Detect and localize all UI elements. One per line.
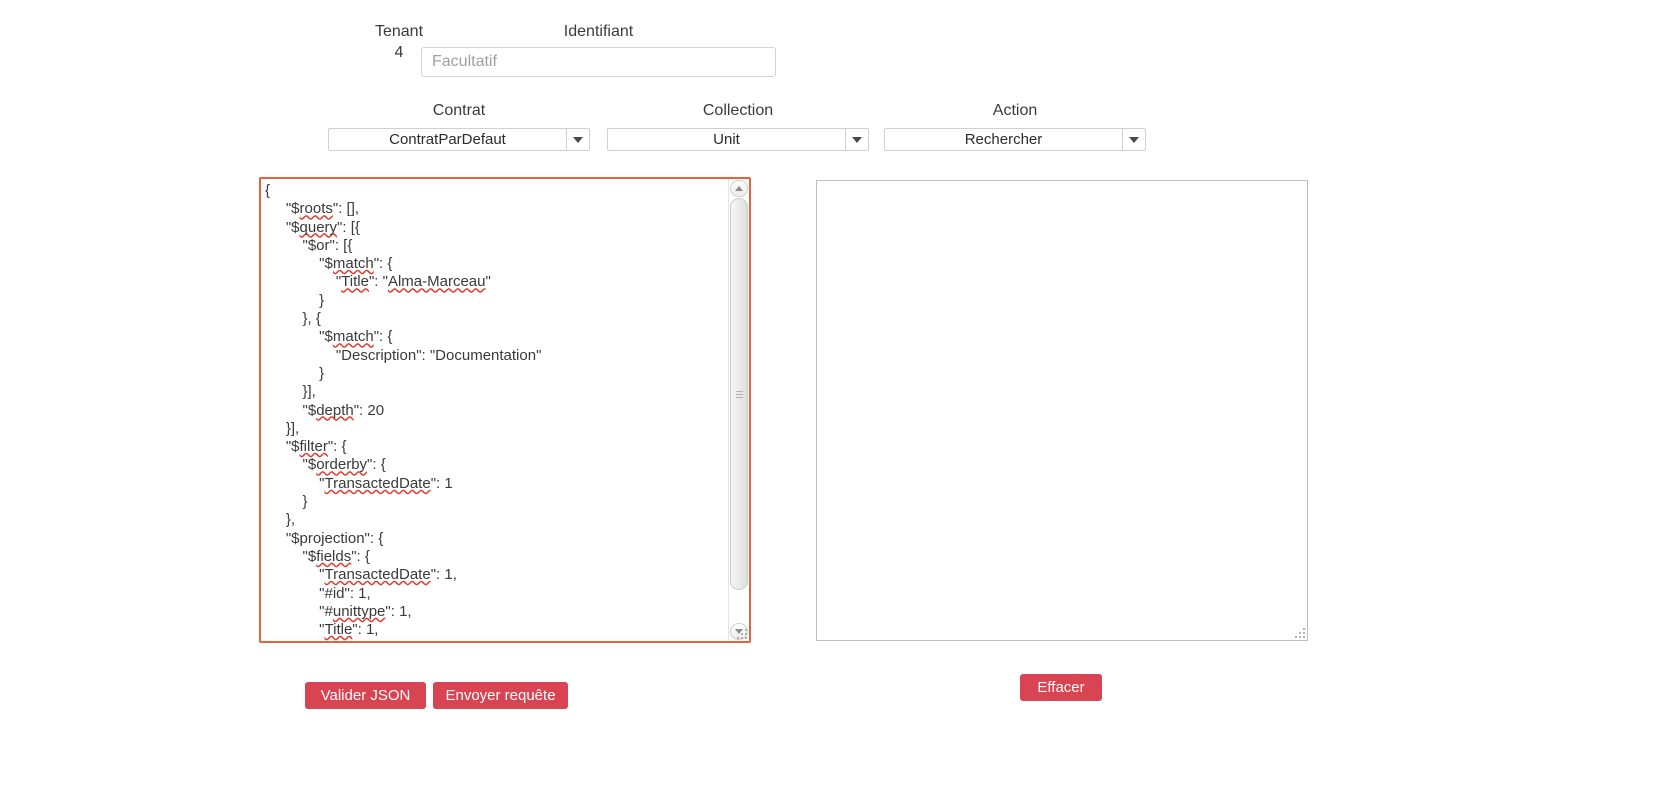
query-editor-scrollbar[interactable] bbox=[728, 179, 749, 641]
action-field: Action Rechercher bbox=[884, 101, 1146, 151]
scroll-up-button[interactable] bbox=[730, 180, 748, 197]
envoyer-requete-button[interactable]: Envoyer requête bbox=[433, 682, 568, 709]
scrollbar-track[interactable] bbox=[730, 198, 748, 622]
identifiant-label: Identifiant bbox=[563, 23, 634, 40]
query-editor-text[interactable]: { "$roots": [], "$query": [{ "$or": [{ "… bbox=[261, 179, 727, 641]
chevron-down-icon bbox=[852, 136, 862, 143]
action-select-arrow[interactable] bbox=[1122, 128, 1146, 151]
identifiant-field: Identifiant bbox=[421, 22, 776, 77]
query-editor-wrapper: { "$roots": [], "$query": [{ "$or": [{ "… bbox=[259, 177, 751, 643]
collection-select-arrow[interactable] bbox=[845, 128, 869, 151]
contrat-select-value[interactable]: ContratParDefaut bbox=[328, 128, 566, 151]
query-editor-resize-handle[interactable] bbox=[735, 627, 747, 639]
dsl-query-test-page: Tenant 4 Identifiant Contrat ContratParD… bbox=[0, 0, 1669, 789]
scrollbar-thumb[interactable] bbox=[730, 198, 748, 590]
result-panel-text[interactable] bbox=[817, 181, 1307, 640]
valider-json-button[interactable]: Valider JSON bbox=[305, 682, 426, 709]
action-select-value[interactable]: Rechercher bbox=[884, 128, 1122, 151]
chevron-down-icon bbox=[1129, 136, 1139, 143]
result-panel-resize-handle[interactable] bbox=[1293, 626, 1305, 638]
effacer-button[interactable]: Effacer bbox=[1020, 674, 1102, 701]
result-panel-wrapper bbox=[816, 180, 1308, 641]
grip-icon bbox=[735, 390, 743, 398]
collection-label: Collection bbox=[702, 102, 774, 119]
action-label: Action bbox=[992, 102, 1038, 119]
contrat-field: Contrat ContratParDefaut bbox=[328, 101, 590, 151]
collection-select[interactable]: Unit bbox=[607, 128, 869, 151]
triangle-up-icon bbox=[735, 186, 743, 191]
query-editor[interactable]: { "$roots": [], "$query": [{ "$or": [{ "… bbox=[259, 177, 751, 643]
action-select[interactable]: Rechercher bbox=[884, 128, 1146, 151]
identifiant-input[interactable] bbox=[421, 47, 776, 77]
result-panel[interactable] bbox=[816, 180, 1308, 641]
contrat-label: Contrat bbox=[432, 102, 486, 119]
collection-select-value[interactable]: Unit bbox=[607, 128, 845, 151]
chevron-down-icon bbox=[573, 136, 583, 143]
contrat-select-arrow[interactable] bbox=[566, 128, 590, 151]
contrat-select[interactable]: ContratParDefaut bbox=[328, 128, 590, 151]
collection-field: Collection Unit bbox=[607, 101, 869, 151]
